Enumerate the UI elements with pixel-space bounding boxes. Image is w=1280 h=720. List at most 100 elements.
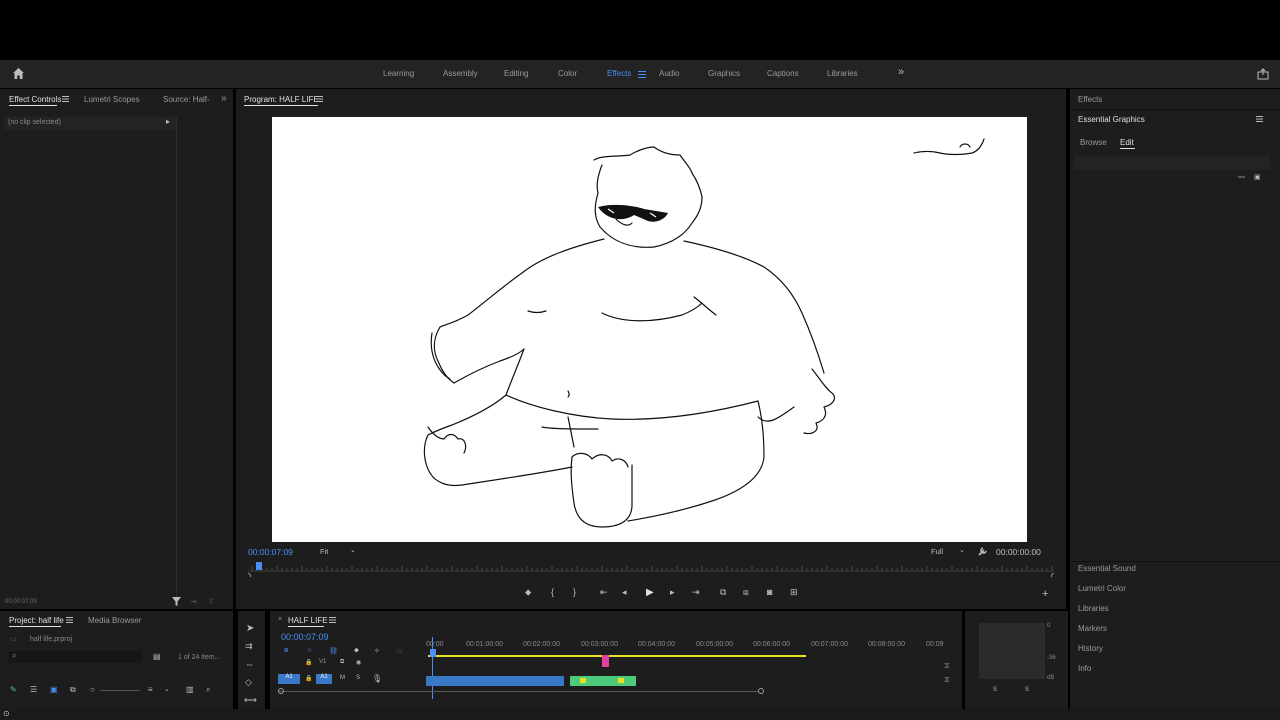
timeline-timecode[interactable]: 00:00:07:09 (281, 632, 329, 642)
go-to-out-icon[interactable]: ⇥ (692, 587, 700, 598)
go-to-in-icon[interactable]: ⇤ (600, 587, 608, 598)
new-layer-icon[interactable]: ▣ (1254, 173, 1261, 181)
nest-icon[interactable]: ⧈ (284, 647, 288, 655)
eye-icon[interactable]: ◉ (356, 659, 361, 666)
add-marker-icon[interactable]: ⬥ (354, 647, 359, 655)
filter-icon[interactable] (172, 597, 181, 606)
ripple-edit-tool-icon[interactable]: ⇔ (245, 659, 254, 669)
panel-essential-sound[interactable]: Essential Sound (1078, 564, 1136, 573)
selection-tool-icon[interactable]: ➤ (246, 623, 254, 634)
step-back-icon[interactable]: ◂ (622, 587, 627, 598)
solo-icon[interactable]: S (356, 675, 360, 681)
tab-eg-browse[interactable]: Browse (1080, 138, 1107, 147)
close-icon[interactable]: × (278, 616, 282, 623)
sort-icon[interactable]: ≡ (148, 685, 153, 694)
panel-markers[interactable]: Markers (1078, 624, 1107, 633)
chevron-down-icon[interactable]: ⌄ (164, 685, 170, 693)
scrollbar-handle-right[interactable] (758, 688, 764, 694)
razor-tool-icon[interactable]: ◇ (245, 677, 252, 688)
panel-menu-icon[interactable] (329, 617, 336, 623)
timeline-playhead[interactable] (430, 649, 436, 657)
snap-icon[interactable]: ∩ (307, 647, 312, 654)
camera-icon[interactable]: ◙ (767, 587, 772, 597)
slip-tool-icon[interactable]: ⟷ (244, 695, 257, 706)
automate-icon[interactable]: ▥ (186, 685, 194, 694)
tab-learning[interactable]: Learning (383, 69, 414, 78)
panel-history[interactable]: History (1078, 644, 1103, 653)
zoom-slider-icon[interactable]: ○ (90, 685, 95, 694)
comparison-view-icon[interactable]: ⊞ (790, 587, 798, 598)
tab-project[interactable]: Project: half life (9, 616, 64, 625)
tab-graphics[interactable]: Graphics (708, 69, 740, 78)
current-time-display[interactable]: 00:00:07:09 (248, 547, 293, 557)
panel-menu-icon[interactable] (316, 96, 323, 102)
panel-menu-icon[interactable] (62, 96, 69, 102)
overflow-chevron-icon[interactable]: » (221, 93, 227, 104)
lock-icon[interactable]: 🔒 (305, 659, 312, 666)
export-frame-icon[interactable]: ⇪ (208, 597, 215, 606)
zoom-select[interactable]: Fit ⌄ (320, 545, 358, 557)
track-height-icon[interactable]: ⧖ (944, 675, 950, 685)
panel-libraries[interactable]: Libraries (1078, 604, 1109, 613)
icon-view-icon[interactable]: ▣ (50, 685, 58, 694)
source-patch-a1[interactable]: A1 (278, 674, 300, 684)
track-target-a1[interactable]: A1 (316, 674, 332, 684)
tab-libraries[interactable]: Libraries (827, 69, 858, 78)
add-marker-icon[interactable]: ⬥ (525, 587, 531, 598)
marker-pink[interactable] (602, 655, 609, 667)
tab-eg-edit[interactable]: Edit (1120, 138, 1134, 147)
extract-icon[interactable]: ⧈ (743, 587, 749, 598)
tab-editing[interactable]: Editing (504, 69, 528, 78)
mute-icon[interactable]: M (340, 675, 345, 681)
solo-channel-left[interactable]: S (993, 687, 997, 693)
status-icon[interactable]: ⊙ (3, 709, 10, 718)
sync-icon[interactable]: ⧉ (340, 659, 344, 666)
panel-lumetri-color[interactable]: Lumetri Color (1078, 584, 1126, 593)
search-input[interactable]: ⌕ (8, 651, 142, 663)
new-folder-icon[interactable]: ▬ (1238, 173, 1245, 180)
timeline-ruler[interactable]: 00:00 00:01:00:00 00:02:00:00 00:03:00:0… (426, 637, 946, 657)
captions-icon[interactable]: ▭ (396, 647, 403, 655)
lock-icon[interactable]: 🔒 (305, 675, 312, 682)
share-icon[interactable] (1257, 68, 1269, 80)
tab-effect-controls[interactable]: Effect Controls (9, 95, 61, 104)
track-height-icon[interactable]: ⧖ (944, 661, 950, 671)
tab-assembly[interactable]: Assembly (443, 69, 478, 78)
tab-source[interactable]: Source: Half- (163, 95, 210, 104)
find-icon[interactable]: ⌕ (206, 685, 210, 695)
list-view-icon[interactable]: ☰ (30, 685, 37, 694)
tab-color[interactable]: Color (558, 69, 577, 78)
home-icon[interactable] (12, 67, 25, 80)
expand-arrow-icon[interactable]: ▸ (166, 117, 170, 126)
scrubber-playhead[interactable] (256, 562, 262, 570)
wrench-icon[interactable] (978, 546, 988, 556)
audio-clip[interactable] (426, 676, 564, 686)
freeform-view-icon[interactable]: ⧉ (70, 685, 76, 695)
tab-captions[interactable]: Captions (767, 69, 799, 78)
mark-in-icon[interactable]: { (551, 587, 554, 597)
step-forward-icon[interactable]: ▸ (670, 587, 675, 598)
timeline-zoom-scrollbar[interactable] (278, 691, 758, 692)
track-select-tool-icon[interactable]: ⇉ (245, 641, 253, 652)
mark-out-icon[interactable]: } (573, 587, 576, 597)
settings-wrench-icon[interactable]: ✧ (374, 647, 380, 655)
zoom-slider[interactable] (100, 690, 140, 691)
tab-audio[interactable]: Audio (659, 69, 679, 78)
tab-media-browser[interactable]: Media Browser (88, 616, 141, 625)
resolution-select[interactable]: Full ⌄ (931, 545, 969, 557)
pencil-icon[interactable]: ✎ (10, 685, 17, 694)
monitor-scrubber[interactable] (245, 561, 1057, 579)
scrollbar-handle-left[interactable] (278, 688, 284, 694)
overflow-chevron-icon[interactable]: » (898, 66, 904, 78)
linked-selection-icon[interactable]: ⛓ (329, 647, 338, 655)
work-area-bar[interactable] (428, 655, 806, 657)
export-icon[interactable]: ⇥ (190, 597, 197, 606)
solo-channel-right[interactable]: S (1025, 687, 1029, 693)
panel-info[interactable]: Info (1078, 664, 1091, 673)
new-bin-icon[interactable]: ▤ (153, 652, 161, 661)
tab-lumetri-scopes[interactable]: Lumetri Scopes (84, 95, 140, 104)
play-icon[interactable]: ▶ (646, 587, 654, 598)
panel-menu-icon[interactable] (1256, 116, 1263, 122)
panel-menu-icon[interactable] (66, 617, 73, 623)
menu-icon[interactable] (638, 71, 646, 78)
